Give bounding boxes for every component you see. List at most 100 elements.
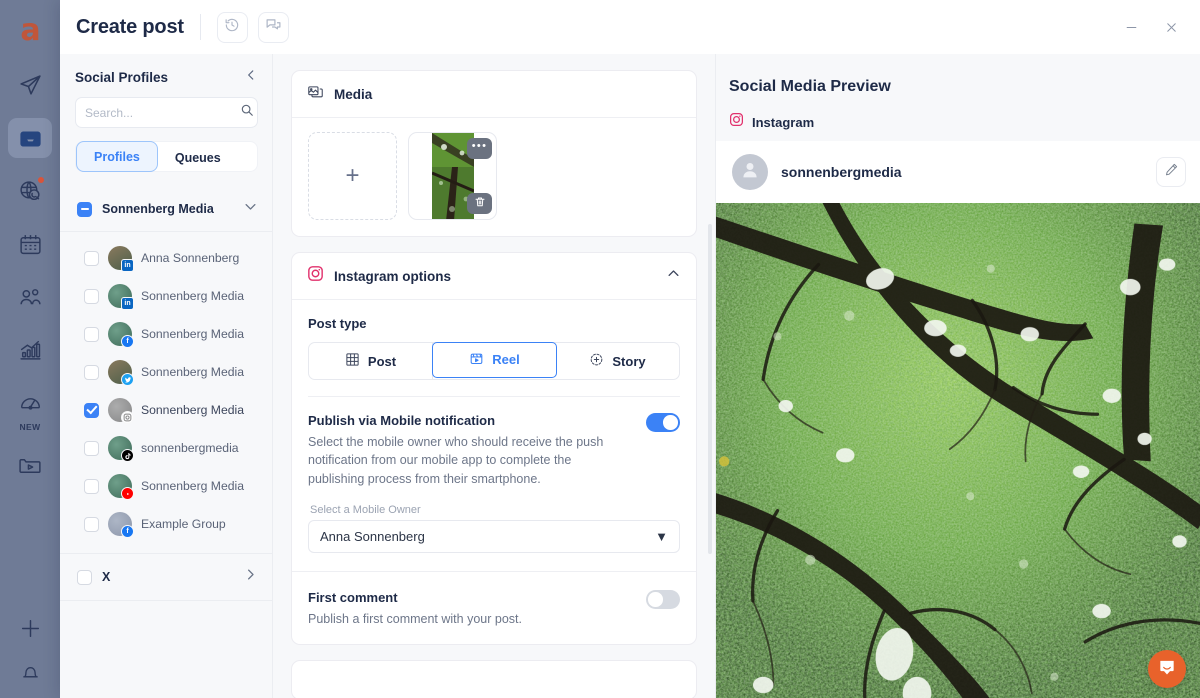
close-button[interactable]	[1156, 12, 1186, 42]
mobile-notification-text-block: Publish via Mobile notification Select t…	[308, 413, 613, 488]
publish-icon	[18, 73, 43, 98]
avatar: f	[108, 512, 134, 538]
account-row-sonnenberg-media-facebook[interactable]: f Sonnenberg Media	[60, 315, 272, 353]
preview-card: sonnenbergmedia	[716, 141, 1200, 698]
first-comment-section: First comment Publish a first comment wi…	[292, 572, 696, 644]
media-thumbnail[interactable]: •••	[408, 132, 497, 220]
media-more-button[interactable]: •••	[467, 138, 492, 159]
account-row-sonnenberg-media-twitter[interactable]: Sonnenberg Media	[60, 353, 272, 391]
account-checkbox[interactable]	[84, 288, 99, 304]
tab-queues[interactable]: Queues	[158, 142, 238, 173]
chevron-left-icon	[244, 68, 258, 87]
first-comment-toggle[interactable]	[646, 590, 680, 610]
post-type-label: Post type	[308, 316, 367, 331]
mobile-notification-toggle[interactable]	[646, 413, 680, 432]
editor-scrollbar[interactable]	[708, 224, 712, 554]
collapse-sidebar-button[interactable]	[244, 68, 258, 87]
rail-item-notifications[interactable]	[8, 652, 52, 692]
inbox-icon	[18, 126, 43, 151]
search-icon	[240, 103, 254, 122]
post-type-reel[interactable]: Reel	[432, 341, 557, 378]
preview-edit-button[interactable]	[1156, 157, 1186, 187]
instagram-icon	[121, 411, 134, 424]
linkedin-icon: in	[121, 259, 134, 272]
account-checkbox[interactable]	[84, 326, 99, 342]
mobile-owner-select[interactable]: Anna Sonnenberg ▼	[308, 520, 680, 554]
rail-item-library[interactable]	[8, 445, 52, 485]
tab-profiles[interactable]: Profiles	[76, 141, 158, 172]
rail-item-inbox[interactable]	[8, 118, 52, 158]
media-card-body: + •••	[292, 118, 696, 236]
forest-canopy-photo	[716, 203, 1200, 698]
instagram-options-card: Instagram options Post type Post Reel St…	[291, 252, 697, 646]
rail-item-publish[interactable]	[8, 65, 52, 105]
account-row-anna-sonnenberg-linkedin[interactable]: in Anna Sonnenberg	[60, 239, 272, 277]
profiles-queues-toggle: Profiles Queues	[75, 141, 258, 172]
story-plus-icon	[589, 352, 604, 370]
group-expand-chevron[interactable]	[243, 567, 258, 587]
titlebar-divider	[199, 14, 201, 40]
post-type-post[interactable]: Post	[309, 343, 433, 379]
group-checkbox[interactable]	[77, 569, 92, 585]
account-checkbox[interactable]	[84, 440, 99, 456]
comments-button[interactable]	[257, 11, 289, 43]
mobile-owner-field-label: Select a Mobile Owner	[310, 504, 421, 517]
search-box[interactable]	[75, 97, 258, 128]
reports-icon	[18, 338, 43, 363]
account-row-sonnenberg-media-youtube[interactable]: Sonnenberg Media	[60, 467, 272, 505]
account-row-example-group-facebook[interactable]: f Example Group	[60, 505, 272, 543]
rail-item-audience[interactable]	[8, 277, 52, 317]
instagram-options-header[interactable]: Instagram options	[292, 253, 696, 300]
facebook-icon: f	[121, 335, 134, 348]
social-media-preview-panel: Social Media Preview Instagram sonnenber…	[715, 54, 1200, 698]
listening-alert-dot	[38, 177, 44, 183]
account-checkbox[interactable]	[84, 402, 99, 418]
preview-username: sonnenbergmedia	[781, 164, 902, 180]
account-row-sonnenberg-media-linkedin[interactable]: in Sonnenberg Media	[60, 277, 272, 315]
avatar	[732, 154, 768, 190]
window-controls	[1116, 12, 1186, 42]
rail-item-calendar[interactable]	[8, 224, 52, 264]
rail-item-listening[interactable]	[8, 171, 52, 211]
group-checkbox[interactable]	[77, 201, 92, 217]
caret-down-icon: ▼	[655, 529, 668, 545]
search-wrapper	[60, 97, 272, 128]
first-comment-text-block: First comment Publish a first comment wi…	[308, 590, 522, 626]
history-button[interactable]	[216, 11, 248, 43]
post-type-story[interactable]: Story	[556, 343, 679, 379]
calendar-icon	[18, 232, 43, 257]
audience-icon	[18, 285, 43, 310]
add-icon	[18, 616, 43, 641]
linkedin-icon: in	[121, 297, 134, 310]
post-type-selector: Post Reel Story	[308, 341, 680, 380]
library-icon	[18, 453, 43, 478]
account-list: in Anna Sonnenberg in Sonnenberg Media f…	[60, 232, 272, 547]
group-label: Sonnenberg Media	[102, 202, 214, 216]
account-checkbox[interactable]	[84, 250, 99, 266]
account-checkbox[interactable]	[84, 478, 99, 494]
post-type-story-label: Story	[612, 353, 646, 369]
social-profiles-header: Social Profiles	[60, 54, 272, 97]
instagram-options-title: Instagram options	[334, 268, 452, 284]
account-checkbox[interactable]	[84, 516, 99, 532]
post-editor-panel: Media + ••• Instagram options Post type …	[273, 54, 715, 698]
avatar	[108, 436, 134, 462]
account-row-sonnenberg-media-instagram[interactable]: Sonnenberg Media	[60, 391, 272, 429]
minimize-button[interactable]	[1116, 12, 1146, 42]
media-card-title: Media	[334, 86, 373, 102]
rail-item-add[interactable]	[8, 608, 52, 648]
search-input[interactable]	[85, 105, 240, 120]
account-checkbox[interactable]	[84, 364, 99, 380]
media-delete-button[interactable]	[467, 193, 492, 214]
instagram-options-collapse-button[interactable]	[666, 266, 681, 286]
performance-icon	[18, 391, 43, 416]
account-name: Anna Sonnenberg	[141, 251, 240, 265]
intercom-chat-button[interactable]	[1148, 650, 1186, 688]
rail-item-reports[interactable]	[8, 330, 52, 370]
add-media-button[interactable]: +	[308, 132, 397, 220]
profile-group-sonnenberg-media[interactable]: Sonnenberg Media	[60, 185, 272, 232]
group-expand-chevron[interactable]	[243, 199, 258, 219]
rail-item-performance[interactable]: NEW	[8, 383, 52, 432]
account-row-sonnenbergmedia-tiktok[interactable]: sonnenbergmedia	[60, 429, 272, 467]
profile-group-x[interactable]: X	[60, 553, 272, 601]
